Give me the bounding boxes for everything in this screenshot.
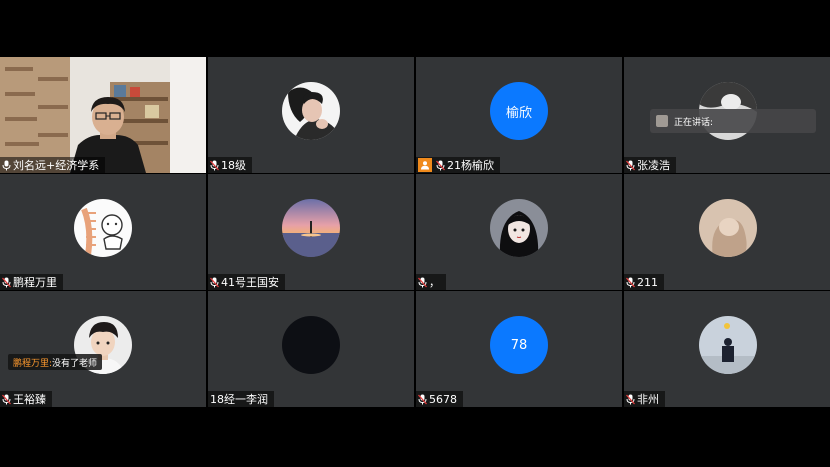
participant-name-bar: ， [416, 274, 446, 290]
chat-sender: 鹏程万里: [13, 358, 53, 369]
participant-tile[interactable]: 鹏程万里 [0, 174, 206, 290]
participant-name: 刘名远+经济学系 [13, 159, 100, 172]
participant-name-bar: 王裕臻 [0, 391, 52, 407]
mic-muted-icon [626, 394, 635, 404]
participant-name-bar: 5678 [416, 391, 463, 407]
participant-tile[interactable]: 榆欣 21杨榆欣 [416, 57, 622, 173]
participant-tile[interactable]: 18经一李润 [208, 291, 414, 407]
chat-text: 没有了老师 [52, 358, 98, 369]
mic-muted-icon [210, 160, 219, 170]
mic-muted-icon [436, 160, 445, 170]
participant-name: 非州 [637, 393, 659, 406]
participant-name-bar: 非州 [624, 391, 665, 407]
participant-name: 5678 [429, 392, 457, 406]
participant-name: 211 [637, 275, 658, 289]
participant-name: 张凌浩 [637, 159, 670, 172]
speaker-thumbnail [656, 115, 668, 127]
participant-tile[interactable]: 18级 [208, 57, 414, 173]
participant-tile[interactable]: 非州 [624, 291, 830, 407]
mic-muted-icon [418, 277, 427, 287]
participant-tile[interactable]: ， [416, 174, 622, 290]
participant-name: 18经一李润 [210, 393, 268, 406]
video-feed [0, 57, 206, 173]
participant-tile[interactable]: 41号王国安 [208, 174, 414, 290]
participant-name: 鹏程万里 [13, 276, 57, 289]
participant-name-bar: 18级 [208, 157, 252, 173]
participant-avatar [698, 316, 757, 374]
participant-avatar [282, 316, 340, 374]
participant-tile[interactable]: 刘名远+经济学系 [0, 57, 206, 173]
speaking-label: 正在讲话: [674, 117, 714, 128]
speaking-indicator: 正在讲话: [650, 109, 816, 133]
mic-icon [2, 160, 11, 170]
video-grid: 刘名远+经济学系 18级 榆欣 21杨榆欣 正在讲话: 张凌浩 鹏程万里 41号… [0, 57, 830, 408]
mic-muted-icon [626, 277, 635, 287]
participant-name-bar: 鹏程万里 [0, 274, 63, 290]
chat-message-toast: 鹏程万里: 没有了老师 [8, 354, 103, 370]
participant-name-bar: 张凌浩 [624, 157, 676, 173]
mic-muted-icon [210, 277, 219, 287]
mic-muted-icon [626, 160, 635, 170]
participant-name: ， [429, 276, 440, 289]
participant-name: 21杨榆欣 [447, 159, 494, 172]
participant-avatar [698, 199, 757, 257]
participant-tile[interactable]: 鹏程万里: 没有了老师 王裕臻 [0, 291, 206, 407]
participant-name-bar: 18经一李润 [208, 391, 274, 407]
participant-name-bar: 21杨榆欣 [416, 157, 500, 173]
participant-name-bar: 刘名远+经济学系 [0, 157, 106, 173]
participant-tile[interactable]: 211 [624, 174, 830, 290]
mic-muted-icon [2, 277, 11, 287]
participant-name: 王裕臻 [13, 393, 46, 406]
host-badge-icon [418, 158, 432, 172]
mic-muted-icon [2, 394, 11, 404]
participant-name-bar: 211 [624, 274, 664, 290]
participant-tile[interactable]: 78 5678 [416, 291, 622, 407]
participant-avatar [74, 199, 132, 257]
participant-avatar: 榆欣 [490, 82, 548, 140]
participant-tile[interactable]: 正在讲话: 张凌浩 [624, 57, 830, 173]
participant-name: 18级 [221, 159, 246, 172]
participant-name-bar: 41号王国安 [208, 274, 285, 290]
participant-avatar [282, 199, 340, 257]
participant-avatar [490, 199, 548, 257]
mic-muted-icon [418, 394, 427, 404]
participant-avatar [282, 82, 340, 140]
participant-name: 41号王国安 [221, 276, 279, 289]
participant-avatar: 78 [490, 316, 548, 374]
